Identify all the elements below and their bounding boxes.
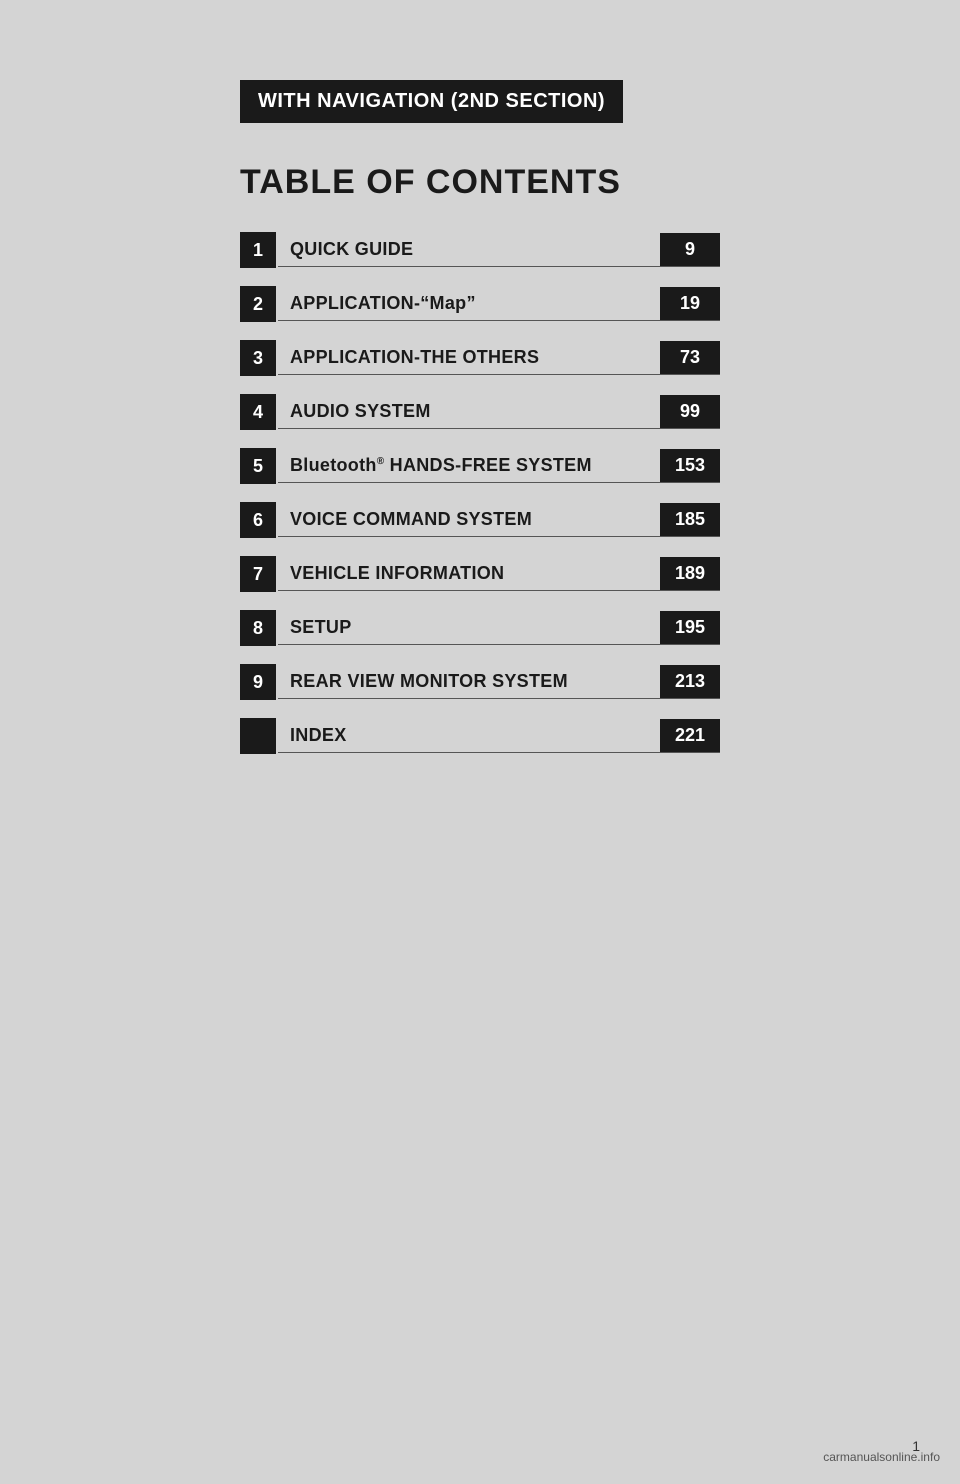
entry-page-index: 221 <box>660 719 720 752</box>
entry-page-9: 213 <box>660 665 720 698</box>
entry-page-6: 185 <box>660 503 720 536</box>
toc-entry-1[interactable]: 1 QUICK GUIDE 9 <box>240 232 720 268</box>
entry-row-1: QUICK GUIDE 9 <box>278 233 720 267</box>
entry-label-2: APPLICATION-“Map” <box>278 293 660 314</box>
toc-entries: 1 QUICK GUIDE 9 2 APPLICATION-“Map” 19 3… <box>240 232 720 772</box>
index-square <box>240 718 276 754</box>
entry-row-2: APPLICATION-“Map” 19 <box>278 287 720 321</box>
toc-entry-8[interactable]: 8 SETUP 195 <box>240 610 720 646</box>
header-banner: WITH NAVIGATION (2ND SECTION) <box>240 80 623 123</box>
entry-page-7: 189 <box>660 557 720 590</box>
toc-entry-7[interactable]: 7 VEHICLE INFORMATION 189 <box>240 556 720 592</box>
entry-number-9: 9 <box>240 664 276 700</box>
toc-entry-6[interactable]: 6 VOICE COMMAND SYSTEM 185 <box>240 502 720 538</box>
entry-page-4: 99 <box>660 395 720 428</box>
entry-page-3: 73 <box>660 341 720 374</box>
entry-number-3: 3 <box>240 340 276 376</box>
entry-row-5: Bluetooth® HANDS-FREE SYSTEM 153 <box>278 449 720 483</box>
entry-label-index: INDEX <box>278 725 660 746</box>
entry-label-9: REAR VIEW MONITOR SYSTEM <box>278 671 660 692</box>
entry-label-3: APPLICATION-THE OTHERS <box>278 347 660 368</box>
entry-number-5: 5 <box>240 448 276 484</box>
entry-row-index: INDEX 221 <box>278 719 720 753</box>
entry-number-6: 6 <box>240 502 276 538</box>
header-banner-text: WITH NAVIGATION (2ND SECTION) <box>258 90 605 112</box>
toc-entry-4[interactable]: 4 AUDIO SYSTEM 99 <box>240 394 720 430</box>
entry-label-7: VEHICLE INFORMATION <box>278 563 660 584</box>
toc-entry-2[interactable]: 2 APPLICATION-“Map” 19 <box>240 286 720 322</box>
entry-row-7: VEHICLE INFORMATION 189 <box>278 557 720 591</box>
entry-label-1: QUICK GUIDE <box>278 239 660 260</box>
entry-row-4: AUDIO SYSTEM 99 <box>278 395 720 429</box>
entry-page-5: 153 <box>660 449 720 482</box>
watermark: carmanualsonline.info <box>823 1450 940 1464</box>
entry-label-6: VOICE COMMAND SYSTEM <box>278 509 660 530</box>
entry-row-6: VOICE COMMAND SYSTEM 185 <box>278 503 720 537</box>
entry-page-8: 195 <box>660 611 720 644</box>
toc-entry-3[interactable]: 3 APPLICATION-THE OTHERS 73 <box>240 340 720 376</box>
entry-label-4: AUDIO SYSTEM <box>278 401 660 422</box>
entry-row-3: APPLICATION-THE OTHERS 73 <box>278 341 720 375</box>
entry-label-5: Bluetooth® HANDS-FREE SYSTEM <box>278 455 660 476</box>
entry-number-2: 2 <box>240 286 276 322</box>
entry-number-1: 1 <box>240 232 276 268</box>
toc-title: TABLE OF CONTENTS <box>240 163 720 202</box>
toc-entry-9[interactable]: 9 REAR VIEW MONITOR SYSTEM 213 <box>240 664 720 700</box>
entry-row-8: SETUP 195 <box>278 611 720 645</box>
entry-number-7: 7 <box>240 556 276 592</box>
entry-number-8: 8 <box>240 610 276 646</box>
entry-number-4: 4 <box>240 394 276 430</box>
entry-page-1: 9 <box>660 233 720 266</box>
entry-page-2: 19 <box>660 287 720 320</box>
toc-entry-5[interactable]: 5 Bluetooth® HANDS-FREE SYSTEM 153 <box>240 448 720 484</box>
entry-row-9: REAR VIEW MONITOR SYSTEM 213 <box>278 665 720 699</box>
toc-entry-index[interactable]: INDEX 221 <box>240 718 720 754</box>
entry-label-8: SETUP <box>278 617 660 638</box>
page-container: WITH NAVIGATION (2ND SECTION) TABLE OF C… <box>0 0 960 1484</box>
